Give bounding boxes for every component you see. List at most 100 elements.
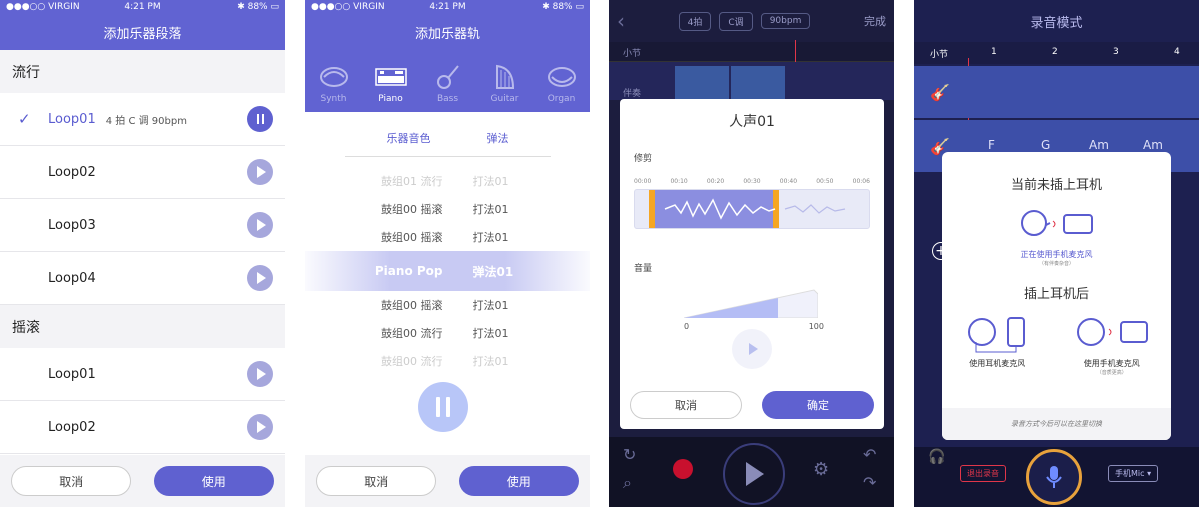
cancel-button[interactable]: 取消 (11, 466, 132, 496)
phone-mic-icon (1076, 318, 1148, 346)
exit-record-button[interactable]: 退出录音 (960, 465, 1006, 482)
cancel-button[interactable]: 取消 (630, 391, 742, 419)
preview-play-button[interactable] (732, 329, 772, 369)
modal-heading: 插上耳机后 (1023, 287, 1089, 302)
pause-button[interactable] (418, 382, 468, 432)
picker-row[interactable]: 鼓组00 摇滚 打法01 (305, 223, 590, 251)
status-time: 4:21 PM (429, 2, 466, 12)
instrument-piano[interactable]: Piano (365, 64, 417, 104)
timeline-ruler: 小节 (609, 40, 894, 120)
list-item[interactable]: ✓ Loop01 4 拍 C 调 90bpm (0, 93, 285, 146)
accomp-label: 伴奏 (623, 89, 642, 99)
mic-mode-select[interactable]: 手机Mic ▾ (1108, 465, 1159, 482)
beat-pill[interactable]: 4拍 (678, 11, 712, 31)
search-icon[interactable]: ⌕ (623, 473, 632, 493)
clip[interactable] (675, 66, 729, 100)
pause-button[interactable] (247, 106, 273, 132)
clip[interactable] (731, 66, 785, 100)
loop-name: Loop01 (48, 111, 96, 127)
list-item[interactable]: Loop04 (0, 252, 285, 305)
page-title: 录音模式 (1030, 15, 1083, 31)
redo-icon[interactable]: ↷ (863, 473, 876, 492)
tab-timbre[interactable]: 乐器音色 (387, 130, 431, 146)
chord-label: Am (1143, 138, 1163, 152)
instrument-label: Synth (320, 94, 347, 104)
piano-icon (374, 64, 407, 90)
instrument-organ[interactable]: Organ (536, 64, 588, 104)
back-icon[interactable]: ‹ (617, 9, 625, 33)
screen-add-section: ●●●○○ VIRGIN 4:21 PM ✱ 88% ▭ 添加乐器段落 流行 ✓… (0, 0, 285, 507)
chord-label: F (988, 138, 995, 152)
picker-wheel[interactable]: 鼓组01 流行 打法01 鼓组00 摇滚 打法01 鼓组00 摇滚 打法01 Pian… (305, 167, 590, 368)
volume-slider[interactable] (683, 288, 819, 319)
play-button[interactable] (247, 265, 273, 291)
bottom-bar: 取消 使用 (0, 455, 285, 507)
instrument-guitar[interactable]: Guitar (479, 64, 531, 104)
guitar-icon[interactable]: 🎸 (914, 66, 966, 118)
check-icon: ✓ (18, 110, 31, 128)
done-button[interactable]: 完成 (864, 13, 886, 29)
status-bar: ●●●○○ VIRGIN 4:21 PM ✱ 88% ▭ (305, 0, 590, 14)
picker-row[interactable]: 鼓组00 流行 打法01 (305, 347, 590, 375)
divider (344, 156, 551, 157)
list-item[interactable]: Loop02 (0, 401, 285, 454)
top-bar: ‹ 4拍 C调 90bpm 完成 (609, 0, 894, 42)
key-pill[interactable]: C调 (719, 11, 753, 31)
play-button[interactable] (247, 159, 273, 185)
play-button[interactable] (247, 361, 273, 387)
bottom-bar: 取消 使用 (305, 455, 590, 507)
bar-number: 4 (1174, 47, 1180, 57)
picker-row[interactable]: 鼓组01 流行 打法01 (305, 167, 590, 195)
play-icon (256, 421, 266, 433)
list-item[interactable]: Loop01 (0, 348, 285, 401)
header: ●●●○○ VIRGIN 4:21 PM ✱ 88% ▭ 添加乐器轨 Synth… (305, 0, 590, 112)
list-item[interactable]: Loop03 (0, 199, 285, 252)
track-lane: 伴奏 (609, 62, 894, 100)
picker-row-selected[interactable]: Piano Pop 弹法01 (305, 251, 590, 291)
volume-ramp (683, 289, 819, 319)
bpm-pill[interactable]: 90bpm (760, 13, 811, 29)
options: 使用耳机麦克风 使用手机麦克风 （音质更高） (942, 314, 1171, 376)
screen-edit-vocal: ‹ 4拍 C调 90bpm 完成 小节 伴奏 人声01 修剪 00:00 00:1… (609, 0, 894, 507)
picker-row[interactable]: 鼓组00 摇滚 打法01 (305, 291, 590, 319)
screen-add-track: ●●●○○ VIRGIN 4:21 PM ✱ 88% ▭ 添加乐器轨 Synth… (305, 0, 590, 507)
harp-icon (493, 64, 517, 90)
modal-footer: 录音方式今后可以在这里切换 (942, 408, 1171, 440)
play-icon (746, 462, 764, 486)
option-label: 使用手机麦克风 (1083, 359, 1140, 368)
section-header: 摇滚 (0, 305, 285, 348)
option-phone-mic[interactable]: 使用手机麦克风 （音质更高） (1075, 314, 1149, 376)
play-button[interactable] (247, 212, 273, 238)
picker-row[interactable]: 鼓组00 摇滚 打法01 (305, 195, 590, 223)
tab-playstyle[interactable]: 弹法 (487, 130, 509, 146)
play-button[interactable] (723, 443, 785, 505)
picker-row[interactable]: 鼓组00 流行 打法01 (305, 319, 590, 347)
loop-name: Loop02 (48, 164, 96, 180)
chord-label: G (1041, 138, 1051, 152)
gear-icon[interactable]: ⚙ (813, 459, 829, 480)
modal-title: 人声01 (729, 114, 775, 130)
status-time: 4:21 PM (124, 2, 161, 12)
record-button[interactable] (673, 459, 693, 479)
play-button[interactable] (247, 414, 273, 440)
confirm-button[interactable]: 确定 (762, 391, 874, 419)
cancel-button[interactable]: 取消 (316, 466, 437, 496)
option-sub: （音质更高） (1096, 370, 1127, 376)
waveform-icon (664, 198, 846, 220)
option-headset-mic[interactable]: 使用耳机麦克风 (964, 314, 1030, 376)
mic-record-button[interactable] (1026, 449, 1082, 505)
instrument-label: Bass (436, 94, 459, 104)
instrument-label: Organ (547, 94, 576, 104)
use-button[interactable]: 使用 (458, 466, 579, 496)
undo-icon[interactable]: ↶ (863, 445, 876, 464)
use-button[interactable]: 使用 (153, 466, 274, 496)
list-item[interactable]: Loop02 (0, 146, 285, 199)
instrument-bass[interactable]: Bass (422, 64, 474, 104)
headphone-icon[interactable]: 🎧 (928, 449, 945, 465)
instrument-synth[interactable]: Synth (308, 64, 360, 104)
chord-label: Am (1089, 138, 1109, 152)
bar-label: 小节 (623, 49, 642, 59)
waveform-trimmer[interactable] (634, 189, 870, 229)
loop-icon[interactable]: ↻ (623, 445, 636, 464)
bass-icon (436, 64, 460, 90)
